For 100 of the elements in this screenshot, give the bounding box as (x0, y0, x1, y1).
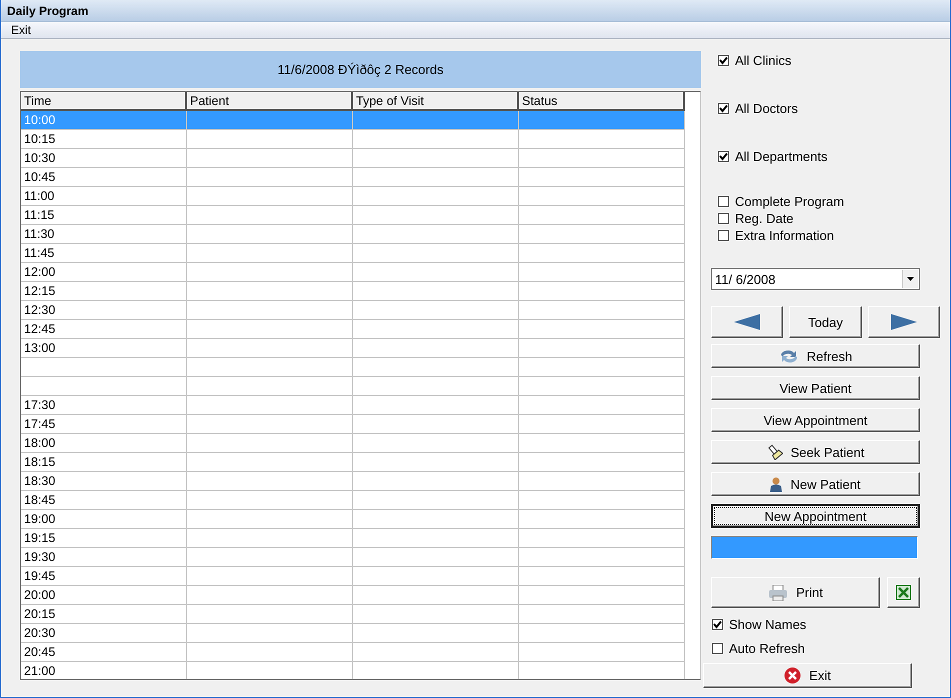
checkbox[interactable] (718, 213, 729, 224)
window-title: Daily Program (1, 0, 950, 22)
time-cell: 12:45 (21, 320, 187, 339)
flashlight-icon (766, 444, 783, 460)
records-header: 11/6/2008 ÐÝìðôç 2 Records (20, 51, 701, 88)
checkbox-label: Auto Refresh (729, 641, 805, 656)
checkbox[interactable] (718, 103, 729, 114)
action-button[interactable]: Seek Patient (711, 440, 920, 464)
table-row[interactable]: 11:15 (21, 206, 700, 225)
table-row[interactable]: 20:00 (21, 586, 700, 605)
time-cell: 19:00 (21, 510, 187, 529)
table-row[interactable]: 21:00 (21, 662, 700, 679)
time-cell: 11:30 (21, 225, 187, 244)
checkbox-label: Extra Information (735, 228, 834, 243)
time-cell: 12:00 (21, 263, 187, 282)
checkbox-label: Reg. Date (735, 211, 794, 226)
table-row[interactable]: 11:00 (21, 187, 700, 206)
time-cell: 17:45 (21, 415, 187, 434)
time-cell: 19:15 (21, 529, 187, 548)
previous-day-button[interactable] (711, 306, 784, 338)
time-cell: 10:30 (21, 149, 187, 168)
spreadsheet-icon (896, 585, 911, 600)
table-row[interactable]: 19:15 (21, 529, 700, 548)
right-triangle-icon (890, 314, 917, 330)
refresh-icon (778, 349, 799, 363)
time-cell: 11:00 (21, 187, 187, 206)
print-button[interactable]: Print (711, 577, 880, 608)
time-cell: 20:15 (21, 605, 187, 624)
table-row[interactable]: 19:30 (21, 548, 700, 567)
time-cell: 21:00 (21, 662, 187, 679)
left-triangle-icon (734, 314, 760, 330)
column-header[interactable]: Time (21, 92, 187, 111)
table-row[interactable]: 18:45 (21, 491, 700, 510)
checkbox[interactable] (712, 619, 723, 630)
time-cell: 12:30 (21, 301, 187, 320)
table-row[interactable]: 20:15 (21, 605, 700, 624)
table-row[interactable]: 18:15 (21, 453, 700, 472)
checkbox-label: Complete Program (735, 194, 844, 209)
table-row[interactable]: 17:30 (21, 396, 700, 415)
column-header[interactable]: Patient (187, 92, 353, 111)
time-cell: 10:00 (21, 111, 187, 130)
time-cell: 19:45 (21, 567, 187, 586)
time-cell: 20:45 (21, 643, 187, 662)
time-cell: 17:30 (21, 396, 187, 415)
table-row[interactable]: 19:45 (21, 567, 700, 586)
table-row[interactable]: 10:15 (21, 130, 700, 149)
export-button[interactable] (887, 577, 920, 608)
table-row[interactable]: 11:30 (21, 225, 700, 244)
table-row[interactable]: 20:30 (21, 624, 700, 643)
time-cell: 19:30 (21, 548, 187, 567)
table-row[interactable]: 19:00 (21, 510, 700, 529)
table-row[interactable]: 17:45 (21, 415, 700, 434)
table-row[interactable]: 10:45 (21, 168, 700, 187)
table-row[interactable]: 11:45 (21, 244, 700, 263)
action-button[interactable]: Refresh (711, 344, 920, 368)
time-cell: 10:15 (21, 130, 187, 149)
time-cell: 20:00 (21, 586, 187, 605)
column-header[interactable]: Type of Visit (353, 92, 519, 111)
checkbox[interactable] (718, 230, 729, 241)
time-cell: 18:45 (21, 491, 187, 510)
time-cell: 13:00 (21, 339, 187, 358)
time-cell: 20:30 (21, 624, 187, 643)
action-button[interactable]: New Appointment (711, 504, 920, 528)
action-button[interactable]: New Patient (711, 472, 920, 496)
person-icon (770, 476, 782, 492)
dropdown-arrow-icon (907, 277, 914, 281)
checkbox[interactable] (718, 196, 729, 207)
time-cell: 12:15 (21, 282, 187, 301)
table-row[interactable]: 18:30 (21, 472, 700, 491)
table-row[interactable]: 12:00 (21, 263, 700, 282)
checkbox-label: All Clinics (735, 53, 792, 68)
checkbox[interactable] (718, 55, 729, 66)
table-row[interactable]: 12:15 (21, 282, 700, 301)
checkbox-label: All Doctors (735, 101, 798, 116)
time-cell: 11:45 (21, 244, 187, 263)
action-button[interactable]: View Patient (711, 376, 920, 400)
table-row[interactable]: 20:45 (21, 643, 700, 662)
action-button[interactable]: View Appointment (711, 408, 920, 432)
menu-item[interactable]: Exit (5, 22, 38, 38)
time-cell: 18:30 (21, 472, 187, 491)
checkbox[interactable] (718, 151, 729, 162)
time-cell: 18:15 (21, 453, 187, 472)
time-cell: 11:15 (21, 206, 187, 225)
checkbox[interactable] (712, 643, 723, 654)
table-row[interactable]: 12:30 (21, 301, 700, 320)
table-row[interactable]: 18:00 (21, 434, 700, 453)
today-button[interactable]: Today (789, 306, 862, 338)
column-header[interactable]: Status (519, 92, 685, 111)
printer-icon (768, 584, 788, 600)
table-row[interactable]: 13:00 (21, 339, 700, 358)
next-day-button[interactable] (868, 306, 940, 338)
close-icon (784, 667, 802, 684)
checkbox-label: Show Names (729, 617, 806, 632)
checkbox-label: All Departments (735, 149, 828, 164)
date-dropdown[interactable]: 11/ 6/2008 (711, 268, 920, 290)
time-cell: 18:00 (21, 434, 187, 453)
exit-button[interactable]: Exit (703, 663, 912, 688)
table-row[interactable]: 12:45 (21, 320, 700, 339)
time-cell: 10:45 (21, 168, 187, 187)
table-row[interactable]: 10:30 (21, 149, 700, 168)
